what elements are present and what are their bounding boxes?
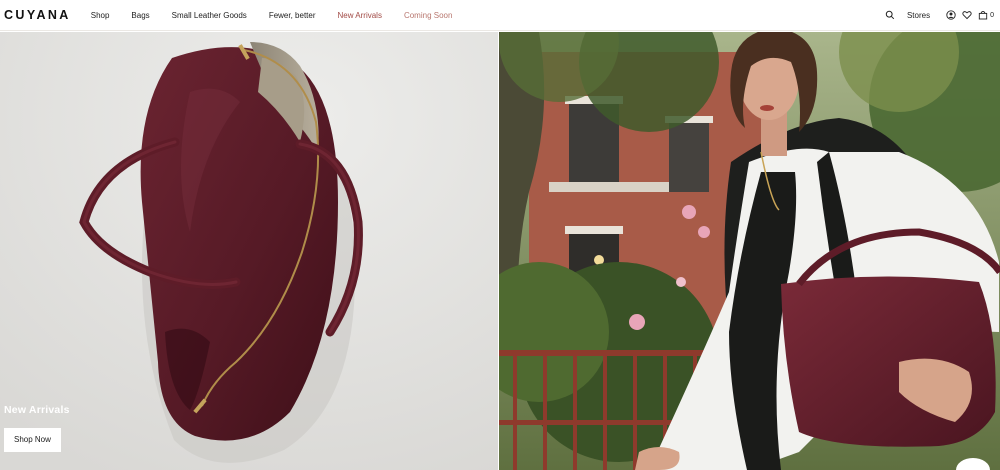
site-header: CUYANA Shop Bags Small Leather Goods Few… bbox=[0, 0, 1000, 31]
nav-item-coming-soon[interactable]: Coming Soon bbox=[404, 11, 452, 20]
hero-section: New Arrivals Shop Now bbox=[0, 32, 1000, 470]
main-nav: Shop Bags Small Leather Goods Fewer, bet… bbox=[91, 11, 475, 20]
model-illustration bbox=[499, 32, 1000, 470]
heart-icon[interactable] bbox=[962, 10, 972, 20]
nav-item-bags[interactable]: Bags bbox=[131, 11, 149, 20]
nav-item-new-arrivals[interactable]: New Arrivals bbox=[338, 11, 382, 20]
account-icon[interactable] bbox=[946, 10, 956, 20]
bag-illustration bbox=[0, 32, 498, 470]
search-icon[interactable] bbox=[885, 10, 895, 20]
utility-nav: Stores 0 bbox=[885, 10, 994, 20]
hero-image-bag[interactable]: New Arrivals Shop Now bbox=[0, 32, 498, 470]
brand-logo[interactable]: CUYANA bbox=[4, 8, 71, 22]
hero-copy: New Arrivals Shop Now bbox=[4, 404, 70, 452]
nav-item-fewer-better[interactable]: Fewer, better bbox=[269, 11, 316, 20]
nav-item-shop[interactable]: Shop bbox=[91, 11, 110, 20]
cart-count: 0 bbox=[990, 11, 994, 19]
shop-now-button[interactable]: Shop Now bbox=[4, 428, 61, 452]
hero-title: New Arrivals bbox=[4, 404, 70, 416]
hero-image-model[interactable] bbox=[499, 32, 1000, 470]
bag-icon[interactable] bbox=[978, 10, 988, 20]
stores-link[interactable]: Stores bbox=[907, 11, 930, 20]
nav-item-small-leather-goods[interactable]: Small Leather Goods bbox=[172, 11, 247, 20]
